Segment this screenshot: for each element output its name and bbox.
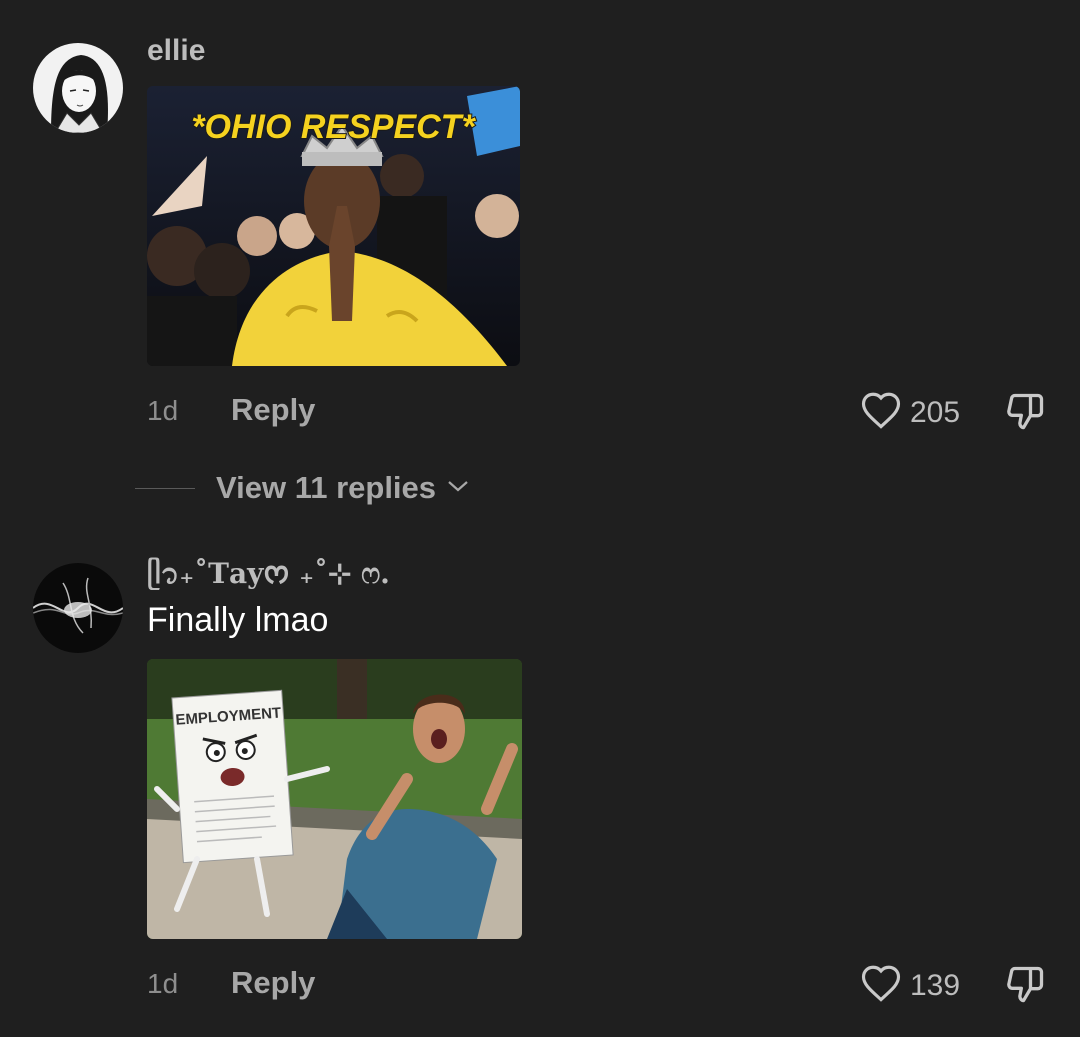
reply-button[interactable]: Reply <box>231 965 315 1001</box>
heart-outline-icon <box>860 390 902 435</box>
media-caption: *OHIO RESPECT* <box>191 108 476 146</box>
divider <box>135 487 195 489</box>
like-button[interactable]: 205 <box>860 390 960 435</box>
thumbs-down-outline-icon <box>1003 966 1047 1011</box>
avatar-tay[interactable] <box>33 563 123 653</box>
dislike-button[interactable] <box>1003 390 1047 439</box>
comment-media-gif[interactable]: *OHIO RESPECT* <box>147 86 520 366</box>
heart-outline-icon <box>860 963 902 1008</box>
comment-timestamp: 1d <box>147 968 179 999</box>
chevron-down-icon <box>446 478 470 499</box>
view-replies-toggle[interactable]: View 11 replies <box>135 470 470 506</box>
avatar-ellie[interactable] <box>33 43 123 133</box>
like-count: 139 <box>910 968 961 1002</box>
dislike-button[interactable] <box>1003 963 1047 1012</box>
like-count: 205 <box>910 395 961 429</box>
comment-text: Finally lmao <box>147 601 329 639</box>
comment-timestamp: 1d <box>147 395 179 426</box>
comment-username[interactable]: ᥫ᭡₊˚𝐓𝐚𝐲ᰔ ₊˚⊹ ෆ. <box>147 553 390 604</box>
reply-button[interactable]: Reply <box>231 392 315 428</box>
like-button[interactable]: 139 <box>860 963 960 1008</box>
thumbs-down-outline-icon <box>1003 393 1047 438</box>
comment-media-image[interactable]: EMPLOYMENT <box>147 659 522 939</box>
comment-username[interactable]: ellie <box>147 34 205 68</box>
view-replies-label: View 11 replies <box>216 470 437 505</box>
